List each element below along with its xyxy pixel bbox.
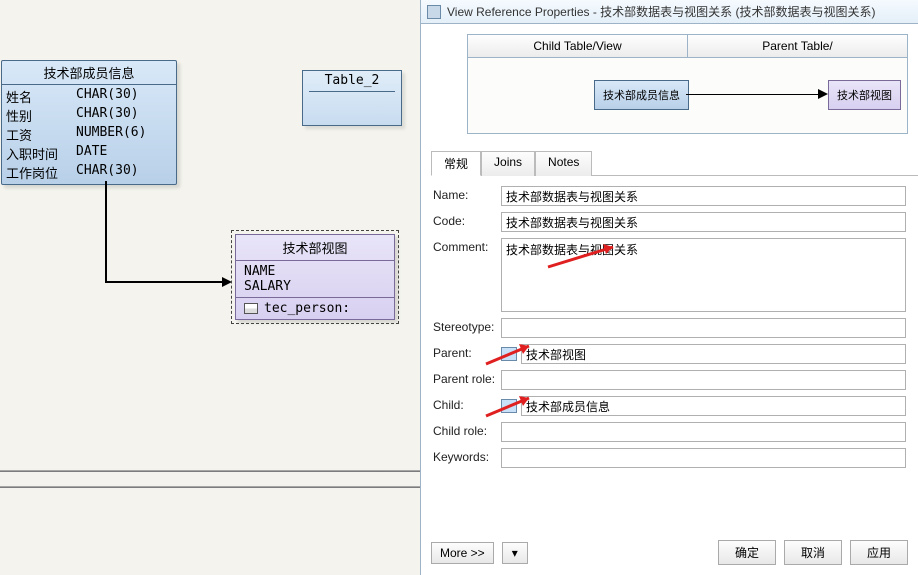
tab-joins[interactable]: Joins [481,151,535,176]
properties-form: Name: Code: Comment: Stereotype: Parent: [421,176,918,468]
window-titlebar[interactable]: View Reference Properties - 技术部数据表与视图关系 … [421,0,918,24]
window-title: View Reference Properties - 技术部数据表与视图关系 … [447,3,876,20]
canvas-divider [0,470,420,472]
tab-bar: 常规 Joins Notes [431,150,918,176]
diagram-canvas[interactable]: 技术部成员信息 姓名CHAR(30) 性别CHAR(30) 工资NUMBER(6… [0,0,420,575]
parent-role-label: Parent role: [433,370,501,386]
keywords-input[interactable] [501,448,906,468]
apply-button[interactable]: 应用 [850,540,908,565]
entity-table-members[interactable]: 技术部成员信息 姓名CHAR(30) 性别CHAR(30) 工资NUMBER(6… [1,60,177,185]
table-icon [244,303,258,314]
name-input[interactable] [501,186,906,206]
entity-table-2[interactable]: Table_2 [302,70,402,126]
stereotype-label: Stereotype: [433,318,501,334]
mini-parent-box: 技术部视图 [828,80,901,110]
more-button[interactable]: More >> [431,542,494,564]
menu-icon: ▾ [512,546,518,560]
name-label: Name: [433,186,501,202]
mini-connector [686,94,826,95]
cancel-button[interactable]: 取消 [784,540,842,565]
keywords-label: Keywords: [433,448,501,464]
canvas-divider [0,486,420,488]
comment-label: Comment: [433,238,501,254]
button-bar: More >> ▾ 确定 取消 应用 [421,534,918,571]
table2-label: Table_2 [309,73,395,88]
ok-button[interactable]: 确定 [718,540,776,565]
child-role-label: Child role: [433,422,501,438]
stereotype-input[interactable] [501,318,906,338]
view-title: 技术部视图 [236,235,394,261]
parent-label: Parent: [433,344,501,360]
code-input[interactable] [501,212,906,232]
reference-icon [427,5,441,19]
child-header: Child Table/View [468,35,688,57]
table-icon [501,399,517,413]
parent-input[interactable] [521,344,906,364]
connector-vertical [105,181,107,281]
entity-columns: 姓名CHAR(30) 性别CHAR(30) 工资NUMBER(6) 入职时间DA… [2,85,176,184]
child-parent-diagram: 技术部成员信息 技术部视图 [467,58,908,134]
view-icon [501,347,517,361]
parent-role-input[interactable] [501,370,906,390]
mini-arrowhead-icon [818,89,828,99]
view-columns: NAME SALARY [236,261,394,298]
properties-window: View Reference Properties - 技术部数据表与视图关系 … [420,0,918,575]
tab-notes[interactable]: Notes [535,151,592,176]
comment-input[interactable] [501,238,906,312]
entity-view[interactable]: 技术部视图 NAME SALARY tec_person: [235,234,395,320]
child-role-input[interactable] [501,422,906,442]
child-input[interactable] [521,396,906,416]
tab-general[interactable]: 常规 [431,151,481,176]
tool-dropdown[interactable]: ▾ [502,542,528,564]
entity-title: 技术部成员信息 [2,61,176,85]
child-label: Child: [433,396,501,412]
child-parent-header: Child Table/View Parent Table/ [467,34,908,58]
view-source: tec_person: [236,298,394,319]
parent-header: Parent Table/ [688,35,907,57]
connector-arrowhead-icon [222,277,232,287]
mini-child-box: 技术部成员信息 [594,80,689,110]
connector-horizontal [105,281,227,283]
code-label: Code: [433,212,501,228]
